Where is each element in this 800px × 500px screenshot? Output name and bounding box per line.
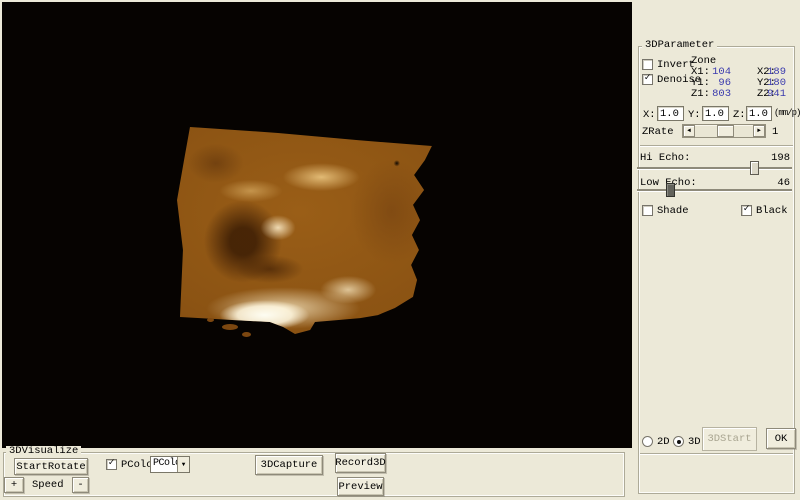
hi-echo-value: 198 <box>766 152 790 164</box>
ultrasound-volume-render[interactable] <box>170 115 440 345</box>
start3d-button[interactable]: 3DStart <box>702 427 757 451</box>
ultrasound-fragment <box>207 318 214 322</box>
separator <box>640 453 793 455</box>
hi-echo-slider-track[interactable] <box>637 167 792 169</box>
shade-label: Shade <box>657 205 689 217</box>
zrate-value: 1 <box>772 126 778 138</box>
mode-3d-label: 3D <box>688 436 701 448</box>
mode-2d-radio[interactable] <box>642 436 653 447</box>
invert-label: Invert <box>657 59 695 71</box>
ultrasound-fragment <box>222 324 238 330</box>
zrate-scroll-thumb[interactable] <box>717 125 734 137</box>
hi-echo-slider-thumb[interactable] <box>750 161 759 175</box>
scale-z-label: Z: <box>733 109 746 121</box>
speed-plus-button[interactable]: + <box>4 477 24 493</box>
render-viewport[interactable] <box>2 2 632 448</box>
black-checkbox[interactable]: ✓ <box>741 205 752 216</box>
scale-unit-label: (mm/p) <box>774 108 800 118</box>
scale-y-input[interactable] <box>702 106 729 121</box>
pcolor-checkbox[interactable]: ✓ <box>106 459 117 470</box>
dropdown-arrow-icon[interactable]: ▼ <box>177 457 189 472</box>
app-window: { "icons": { "check": "✓", "scroll_left"… <box>0 0 800 500</box>
mode-2d-label: 2D <box>657 436 670 448</box>
check-icon: ✓ <box>743 205 749 214</box>
hi-echo-label: Hi Echo: <box>640 152 690 164</box>
parameter-group-title: 3DParameter <box>642 40 717 51</box>
visualize-group-title: 3DVisualize <box>6 446 81 457</box>
zrate-scrollbar[interactable]: ◄ ► <box>682 124 766 138</box>
check-icon: ✓ <box>644 74 650 83</box>
invert-checkbox[interactable] <box>642 59 653 70</box>
scale-z-input[interactable] <box>746 106 772 121</box>
parameter-panel: 3DParameter Invert ✓ Denoise Zone X1: 10… <box>633 0 800 500</box>
scale-y-label: Y: <box>688 109 701 121</box>
separator <box>640 145 793 147</box>
denoise-checkbox[interactable]: ✓ <box>642 74 653 85</box>
low-echo-value: 46 <box>766 177 790 189</box>
speed-minus-button[interactable]: - <box>72 477 89 493</box>
low-echo-slider-track[interactable] <box>637 189 792 191</box>
low-echo-slider-thumb[interactable] <box>666 183 675 197</box>
preview-button[interactable]: Preview <box>337 477 384 496</box>
start-rotate-button[interactable]: StartRotate <box>14 458 88 475</box>
ok-button[interactable]: OK <box>766 428 796 449</box>
zone-z1-value: 803 <box>707 88 731 100</box>
black-label: Black <box>756 205 788 217</box>
scroll-left-icon[interactable]: ◄ <box>683 125 695 137</box>
mode-3d-radio[interactable] <box>673 436 684 447</box>
radio-selected-dot <box>677 440 681 444</box>
pcolor-dropdown[interactable]: PColor ▼ <box>150 456 190 473</box>
pcolor-dropdown-value: PColor <box>151 457 177 472</box>
capture3d-button[interactable]: 3DCapture <box>255 455 323 475</box>
scale-x-label: X: <box>643 109 656 121</box>
shade-checkbox[interactable] <box>642 205 653 216</box>
visualize-bar: 3DVisualize StartRotate + Speed - ✓ PCol… <box>0 448 633 500</box>
check-icon: ✓ <box>108 459 114 468</box>
ultrasound-fragment <box>242 332 251 337</box>
zone-z2-value: 941 <box>764 88 786 100</box>
record3d-button[interactable]: Record3D <box>335 453 386 473</box>
scroll-right-icon[interactable]: ► <box>753 125 765 137</box>
scale-x-input[interactable] <box>657 106 684 121</box>
zrate-label: ZRate <box>642 126 674 138</box>
speed-label: Speed <box>32 479 64 491</box>
